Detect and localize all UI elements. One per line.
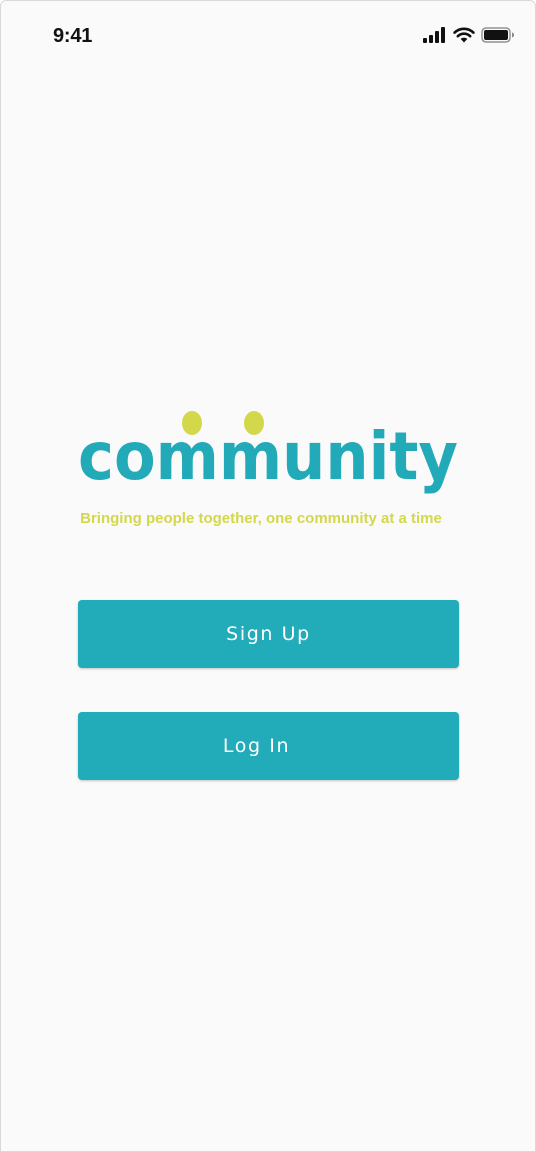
log-in-button[interactable]: Log In: [78, 712, 459, 780]
logo-wordmark: community: [78, 418, 458, 495]
tagline: Bringing people together, one community …: [80, 510, 442, 527]
battery-icon: [481, 27, 514, 43]
sign-up-button[interactable]: Sign Up: [78, 600, 459, 668]
log-in-label: Log In: [222, 735, 291, 757]
status-icons: [423, 25, 515, 45]
welcome-screen: 9:41 community Bringing people together,…: [0, 0, 536, 1152]
wifi-icon: [453, 27, 475, 43]
logo-person-head-left: [182, 411, 202, 435]
status-bar: 9:41: [1, 1, 535, 71]
status-time: 9:41: [53, 25, 93, 47]
sign-up-label: Sign Up: [226, 623, 311, 645]
cellular-signal-icon: [423, 27, 445, 43]
community-logo: community: [78, 411, 458, 495]
logo-person-head-right: [244, 411, 264, 435]
